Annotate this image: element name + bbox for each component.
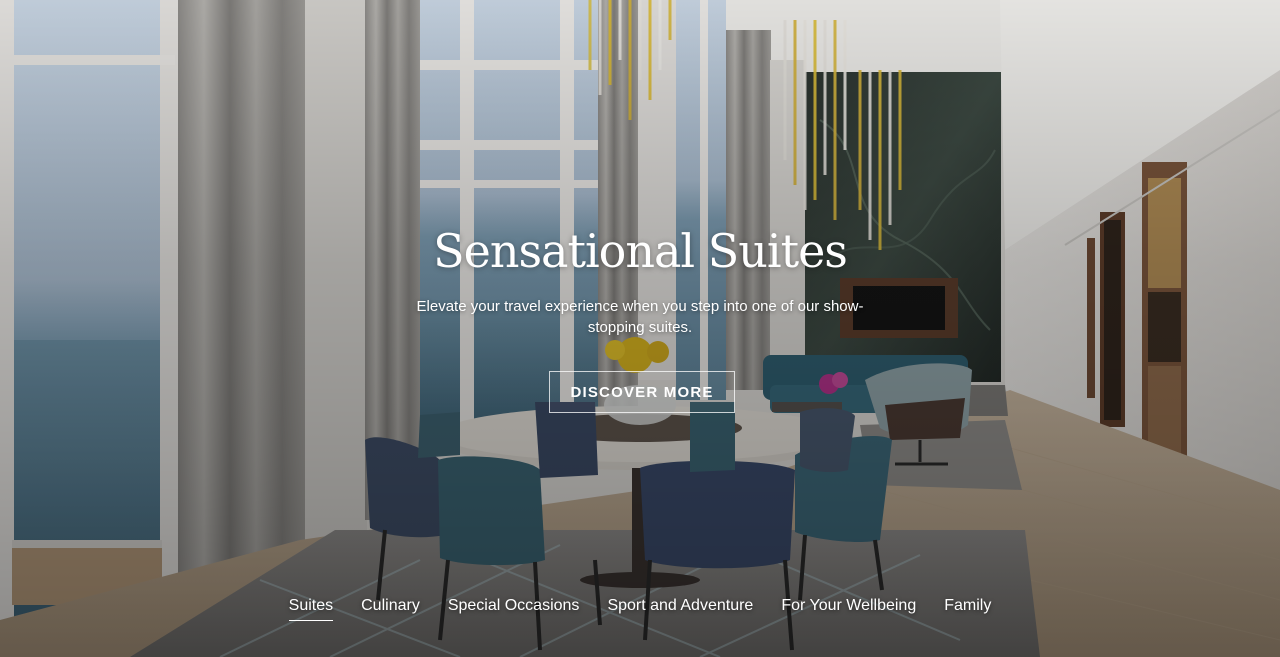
category-tab-culinary[interactable]: Culinary	[361, 594, 420, 621]
hero-section: Sensational Suites Elevate your travel e…	[0, 0, 1280, 657]
category-tab-suites[interactable]: Suites	[288, 594, 334, 621]
category-tab-for-your-wellbeing[interactable]: For Your Wellbeing	[781, 594, 916, 621]
hero-title: Sensational Suites	[433, 224, 848, 278]
hero-subtitle: Elevate your travel experience when you …	[416, 298, 864, 336]
category-tab-family[interactable]: Family	[944, 594, 991, 621]
category-tab-sport-and-adventure[interactable]: Sport and Adventure	[607, 594, 753, 621]
discover-more-button[interactable]: DISCOVER MORE	[549, 371, 735, 413]
category-tab-special-occasions[interactable]: Special Occasions	[448, 594, 580, 621]
experience-category-nav: Suites Culinary Special Occasions Sport …	[0, 594, 1280, 621]
